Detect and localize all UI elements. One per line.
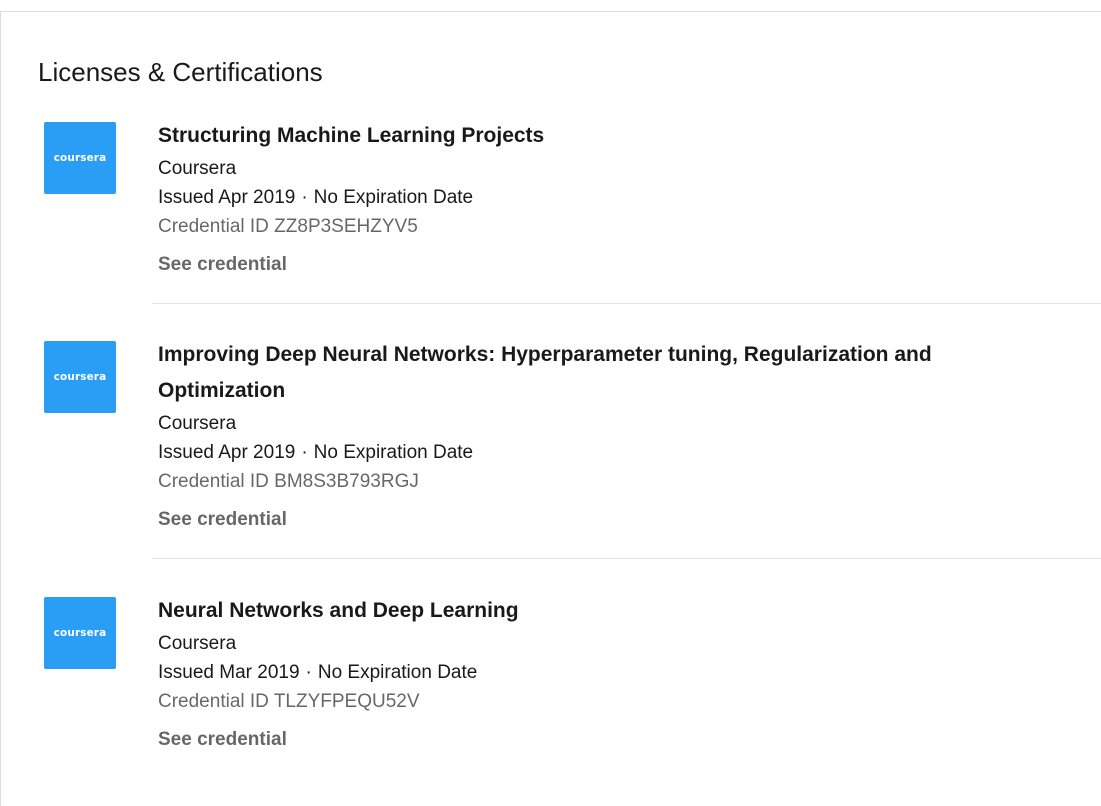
issued-date: Issued Mar 2019 bbox=[158, 662, 300, 683]
expiration-date: No Expiration Date bbox=[313, 442, 474, 463]
certification-list: coursera Structuring Machine Learning Pr… bbox=[1, 12, 1101, 806]
dot-separator: · bbox=[305, 662, 312, 683]
certification-dates: Issued Mar 2019 · No Expiration Date bbox=[158, 658, 1038, 687]
certification-title[interactable]: Structuring Machine Learning Projects bbox=[158, 118, 1038, 154]
credential-id: Credential ID TLZYFPEQU52V bbox=[158, 691, 420, 712]
see-credential-link[interactable]: See credential bbox=[158, 728, 287, 752]
issued-date: Issued Apr 2019 bbox=[158, 187, 296, 208]
issued-date: Issued Apr 2019 bbox=[158, 442, 296, 463]
certification-dates: Issued Apr 2019 · No Expiration Date bbox=[158, 183, 1038, 212]
see-credential-link[interactable]: See credential bbox=[158, 253, 287, 277]
expiration-date: No Expiration Date bbox=[317, 662, 478, 683]
certification-title[interactable]: Neural Networks and Deep Learning bbox=[158, 593, 1038, 629]
logo-text: coursera bbox=[53, 371, 107, 383]
credential-id: Credential ID ZZ8P3SEHZYV5 bbox=[158, 216, 418, 237]
certification-issuer: Coursera bbox=[158, 633, 237, 654]
certification-dates: Issued Apr 2019 · No Expiration Date bbox=[158, 438, 1038, 467]
coursera-logo-icon[interactable]: coursera bbox=[44, 122, 116, 194]
credential-id: Credential ID BM8S3B793RGJ bbox=[158, 471, 419, 492]
divider bbox=[152, 558, 1101, 559]
see-credential-link[interactable]: See credential bbox=[158, 508, 287, 532]
dot-separator: · bbox=[301, 187, 308, 208]
expiration-date: No Expiration Date bbox=[313, 187, 474, 208]
certification-details: Improving Deep Neural Networks: Hyperpar… bbox=[158, 341, 1038, 532]
certification-issuer: Coursera bbox=[158, 413, 237, 434]
certification-details: Structuring Machine Learning Projects Co… bbox=[158, 122, 1038, 277]
logo-text: coursera bbox=[53, 627, 107, 639]
licenses-certifications-card: Licenses & Certifications coursera Struc… bbox=[0, 11, 1101, 806]
certification-details: Neural Networks and Deep Learning Course… bbox=[158, 597, 1038, 752]
coursera-logo-icon[interactable]: coursera bbox=[44, 597, 116, 669]
certification-issuer: Coursera bbox=[158, 158, 237, 179]
certification-title[interactable]: Improving Deep Neural Networks: Hyperpar… bbox=[158, 337, 1038, 409]
dot-separator: · bbox=[301, 442, 308, 463]
divider bbox=[152, 303, 1101, 304]
coursera-logo-icon[interactable]: coursera bbox=[44, 341, 116, 413]
logo-text: coursera bbox=[53, 152, 107, 164]
